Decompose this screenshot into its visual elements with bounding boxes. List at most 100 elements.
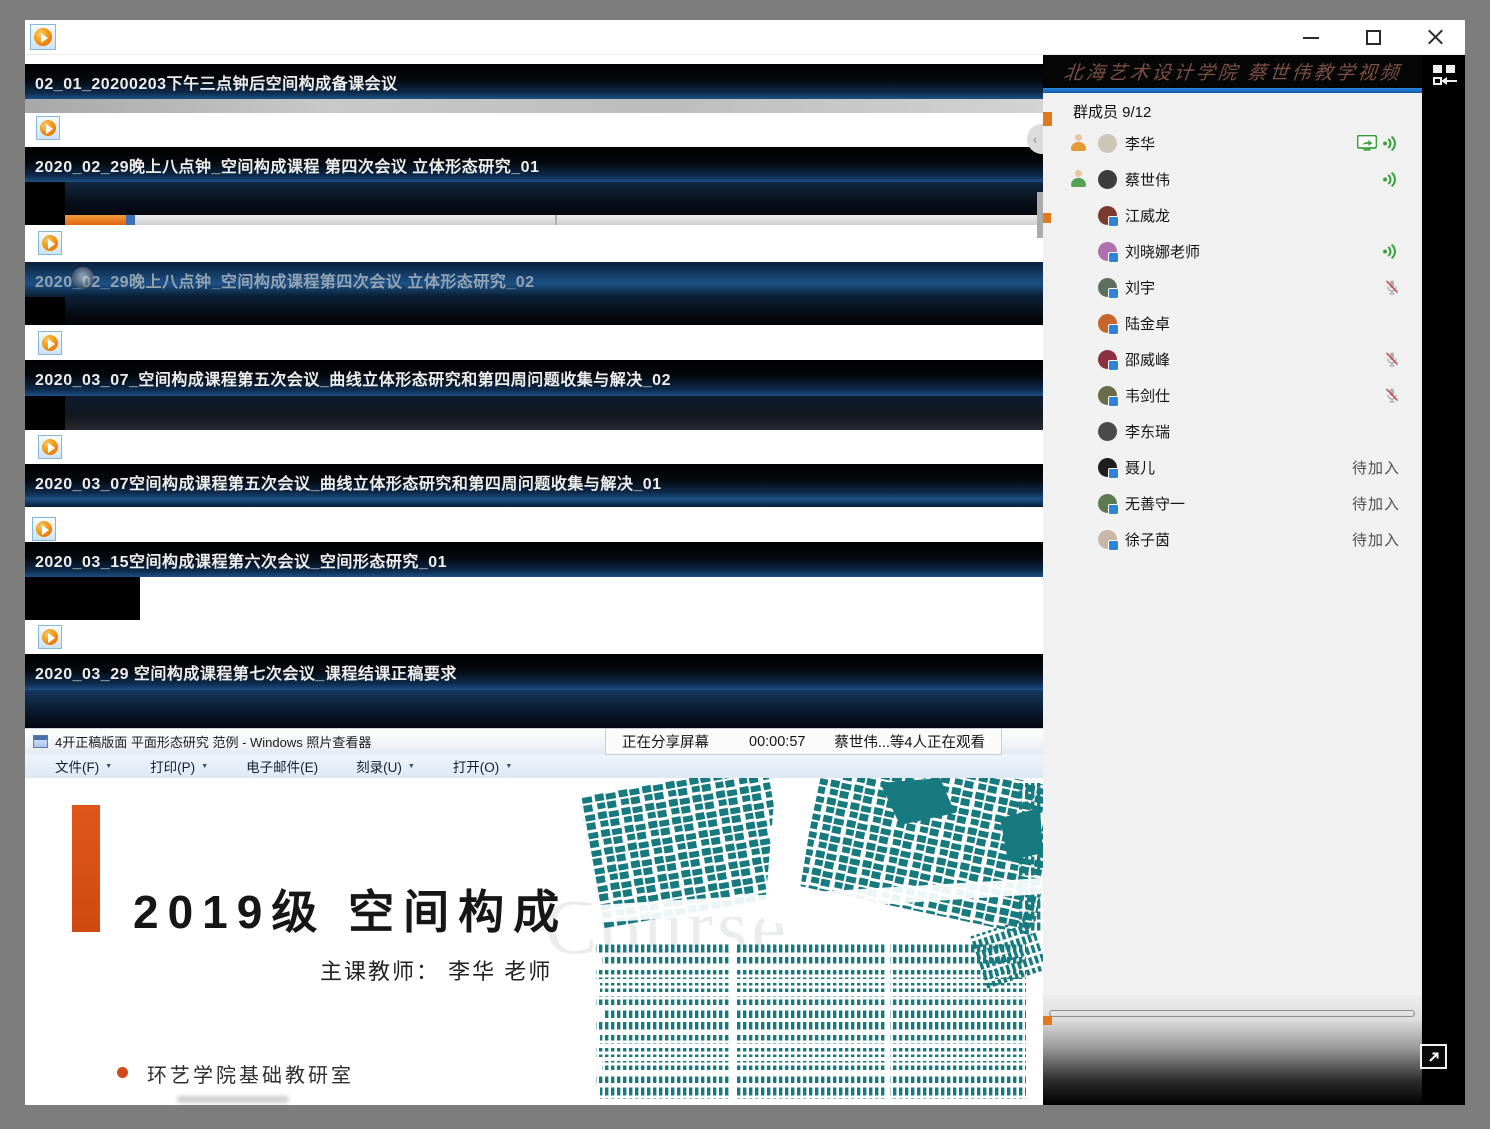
member-name: 江威龙 (1125, 205, 1170, 226)
media-player-icon[interactable] (30, 24, 56, 50)
avatar (1098, 134, 1117, 153)
video-window-titlebar[interactable]: 2020_03_07_空间构成课程第五次会议_曲线立体形态研究和第四周问题收集与… (25, 360, 1043, 396)
muted-icon (1384, 387, 1400, 403)
play-button[interactable] (32, 517, 56, 541)
member-row[interactable]: 徐子茵 待加入 (1043, 521, 1422, 557)
menu-item-burn[interactable]: 刻录(U)▼ (356, 756, 415, 776)
left-arrow-icon (1446, 80, 1457, 82)
member-status (1357, 135, 1400, 151)
pending-status: 待加入 (1352, 457, 1400, 478)
panel-header: 北海艺术设计学院 蔡世伟教学视频 (1043, 55, 1422, 88)
video-window-titlebar[interactable]: 02_01_20200203下午三点钟后空间构成备课会议 (25, 64, 1043, 99)
video-title: 2020_03_07_空间构成课程第五次会议_曲线立体形态研究和第四周问题收集与… (35, 366, 671, 390)
dropdown-arrow-icon: ▼ (408, 763, 415, 770)
play-button[interactable] (38, 231, 62, 255)
dropdown-arrow-icon: ▼ (105, 763, 112, 770)
members-count-title: 群成员 9/12 (1073, 101, 1151, 122)
webcam-ghost-icon (72, 267, 94, 289)
member-row[interactable]: 邵威峰 (1043, 341, 1422, 377)
video-window-titlebar[interactable]: 2020_02_29晚上八点钟_空间构成课程 第四次会议 立体形态研究_01 (25, 147, 1043, 182)
close-button[interactable] (1421, 23, 1449, 53)
video-content (25, 396, 1043, 430)
member-name: 无善守一 (1125, 493, 1185, 514)
photo-viewer-menubar: 文件(F)▼ 打印(P)▼ 电子邮件(E) 刻录(U)▼ 打开(O)▼ (25, 754, 1043, 778)
maximize-button[interactable] (1359, 23, 1387, 53)
member-status (1382, 244, 1400, 259)
video-window-titlebar[interactable]: 2020_03_15空间构成课程第六次会议_空间形态研究_01 (25, 542, 1043, 577)
video-preview-fade (1043, 995, 1422, 1105)
slide-accent-bar (72, 805, 100, 932)
seek-bar[interactable] (1049, 1010, 1415, 1017)
video-content (25, 499, 1043, 507)
window-controls (1297, 20, 1449, 55)
avatar (1098, 422, 1117, 441)
member-row[interactable]: 蔡世伟 (1043, 161, 1422, 197)
photo-viewer-content: Course 2019级 空间构成 主课教师： 李华 老师 环艺学院基础教研室 (25, 778, 1043, 1105)
member-row[interactable]: 韦剑仕 (1043, 377, 1422, 413)
video-window-titlebar[interactable]: 2020_03_07空间构成课程第五次会议_曲线立体形态研究和第四周问题收集与解… (25, 464, 1043, 499)
popout-arrow-icon (1427, 1050, 1441, 1064)
avatar (1098, 458, 1117, 477)
video-window-titlebar[interactable]: 2020_02_29晚上八点钟_空间构成课程第四次会议 立体形态研究_02 (25, 262, 1043, 297)
popout-button[interactable] (1420, 1044, 1447, 1069)
play-button[interactable] (38, 435, 62, 459)
avatar (1098, 494, 1117, 513)
avatar (1098, 170, 1117, 189)
speaking-icon (1382, 172, 1400, 187)
share-viewers: 蔡世伟...等4人正在观看 (834, 731, 985, 752)
member-name: 陆金卓 (1125, 313, 1170, 334)
member-row[interactable]: 李华 (1043, 125, 1422, 161)
share-label: 正在分享屏幕 (622, 731, 709, 752)
member-name: 蔡世伟 (1125, 169, 1170, 190)
video-content (25, 182, 1043, 215)
dropdown-arrow-icon: ▼ (201, 763, 208, 770)
pending-status: 待加入 (1352, 529, 1400, 550)
member-name: 徐子茵 (1125, 529, 1170, 550)
window-titlebar[interactable] (25, 20, 1465, 55)
member-row[interactable]: 聂儿待加入 (1043, 449, 1422, 485)
minimize-icon (1303, 37, 1319, 39)
dock-icon (1433, 65, 1442, 73)
progress-bar[interactable] (65, 215, 1043, 225)
menu-item-file[interactable]: 文件(F)▼ (55, 756, 112, 776)
app-window: 02_01_20200203下午三点钟后空间构成备课会议 2020_02_29晚… (25, 20, 1465, 1105)
member-status: 待加入 (1352, 529, 1400, 550)
video-title: 02_01_20200203下午三点钟后空间构成备课会议 (35, 70, 398, 94)
dock-panel-button[interactable] (1433, 65, 1459, 91)
toolbar-remnant (25, 99, 1043, 113)
slide-title: 2019级 空间构成 (133, 876, 568, 942)
orange-accent (1043, 213, 1051, 223)
member-row[interactable]: 无善守一 待加入 (1043, 485, 1422, 521)
speaking-icon (1382, 244, 1400, 259)
video-title: 2020_03_29 空间构成课程第七次会议_课程结课正稿要求 (35, 660, 457, 684)
member-status (1384, 279, 1400, 295)
play-button[interactable] (36, 116, 60, 140)
menu-item-print[interactable]: 打印(P)▼ (150, 756, 208, 776)
video-title: 2020_02_29晚上八点钟_空间构成课程 第四次会议 立体形态研究_01 (35, 153, 539, 177)
member-row[interactable]: 李东瑞 (1043, 413, 1422, 449)
avatar (1098, 242, 1117, 261)
video-content (25, 396, 65, 430)
member-row[interactable]: 刘晓娜老师 (1043, 233, 1422, 269)
speaking-icon (1382, 136, 1400, 151)
member-row[interactable]: 刘宇 (1043, 269, 1422, 305)
member-row[interactable]: 陆金卓 (1043, 305, 1422, 341)
pending-status: 待加入 (1352, 493, 1400, 514)
slide-bullet-text: 环艺学院基础教研室 (147, 1059, 354, 1088)
member-status: 待加入 (1352, 493, 1400, 514)
muted-icon (1384, 279, 1400, 295)
avatar (1098, 314, 1117, 333)
menu-item-open[interactable]: 打开(O)▼ (453, 756, 512, 776)
member-status: 待加入 (1352, 457, 1400, 478)
video-window-titlebar[interactable]: 2020_03_29 空间构成课程第七次会议_课程结课正稿要求 (25, 654, 1043, 690)
video-title: 2020_03_15空间构成课程第六次会议_空间形态研究_01 (35, 548, 447, 572)
progress-thumb[interactable] (126, 215, 135, 225)
member-name: 李东瑞 (1125, 421, 1170, 442)
minimize-button[interactable] (1297, 23, 1325, 53)
play-button[interactable] (38, 331, 62, 355)
member-name: 韦剑仕 (1125, 385, 1170, 406)
play-button[interactable] (38, 625, 62, 649)
member-row[interactable]: 江威龙 (1043, 197, 1422, 233)
menu-item-email[interactable]: 电子邮件(E) (246, 756, 318, 776)
member-name: 李华 (1125, 133, 1155, 154)
